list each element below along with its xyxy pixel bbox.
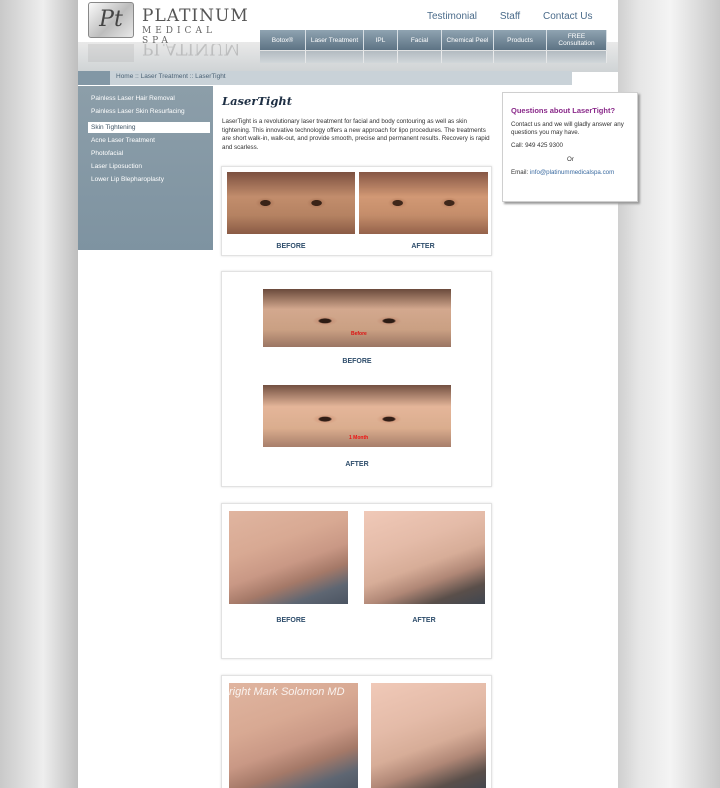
breadcrumb-separator: :: xyxy=(133,73,141,80)
caption-after: AFTER xyxy=(411,243,435,250)
nav-reflection-segment xyxy=(547,51,607,63)
sidebar-item-acne[interactable]: Acne Laser Treatment xyxy=(88,135,210,146)
sidebar-item-skin-resurfacing[interactable]: Painless Laser Skin Resurfacing xyxy=(88,106,210,117)
nav-reflection-segment xyxy=(442,51,494,63)
questions-email: Email: info@platinummedicalspa.com xyxy=(511,169,614,176)
sidebar-item-skin-tightening[interactable]: Skin Tightening xyxy=(88,122,210,133)
logo-reflection-text: PLATINUM xyxy=(142,44,238,58)
questions-title: Questions about LaserTight? xyxy=(511,106,616,115)
sidebar: Painless Laser Hair Removal Painless Las… xyxy=(78,86,213,250)
top-links: Testimonial Staff Contact Us xyxy=(427,11,612,22)
caption-after: AFTER xyxy=(412,617,436,624)
logo-reflection: PLATINUM xyxy=(88,44,238,62)
questions-phone: Call: 949 425 9300 xyxy=(511,142,563,149)
after-photo xyxy=(371,683,486,788)
nav-item-facial[interactable]: Facial xyxy=(398,30,442,50)
before-photo xyxy=(227,172,355,234)
questions-or: Or xyxy=(567,156,574,163)
after-photo xyxy=(364,511,485,604)
main-nav: Botox® Laser Treatment IPL Facial Chemical P… xyxy=(260,30,607,50)
caption-after: AFTER xyxy=(345,461,369,468)
questions-text: Contact us and we will gladly answer any… xyxy=(511,121,624,136)
gallery-panel-1: BEFORE AFTER xyxy=(221,166,492,256)
nav-item-products[interactable]: Products xyxy=(494,30,547,50)
sidebar-item-photofacial[interactable]: Photofacial xyxy=(88,148,210,159)
gallery-panel-3: BEFORE AFTER xyxy=(221,503,492,659)
logo-name: PLATINUM xyxy=(142,6,249,26)
link-testimonial[interactable]: Testimonial xyxy=(427,11,477,22)
photo-label-before: Before xyxy=(351,331,367,337)
logo[interactable]: Pt PLATINUM MEDICAL SPA xyxy=(88,2,248,46)
questions-box: Questions about LaserTight? Contact us a… xyxy=(502,92,638,202)
after-photo: 1 Month xyxy=(263,385,451,447)
photo-label-after: 1 Month xyxy=(349,435,369,441)
logo-mark-icon: Pt xyxy=(88,2,134,38)
before-photo: right Mark Solomon MD xyxy=(229,683,358,788)
photo-watermark: right Mark Solomon MD xyxy=(229,686,345,698)
caption-before: BEFORE xyxy=(276,617,306,624)
nav-reflection-segment xyxy=(398,51,442,63)
breadcrumb: Home :: Laser Treatment :: LaserTight xyxy=(116,73,226,80)
breadcrumb-section[interactable]: Laser Treatment xyxy=(141,73,188,80)
sidebar-item-laser-liposuction[interactable]: Laser Liposuction xyxy=(88,161,210,172)
breadcrumb-current: LaserTight xyxy=(195,73,226,80)
email-link[interactable]: info@platinummedicalspa.com xyxy=(530,169,614,176)
link-contact-us[interactable]: Contact Us xyxy=(543,11,592,22)
gallery-panel-2: Before BEFORE 1 Month AFTER xyxy=(221,271,492,487)
nav-reflection-segment xyxy=(260,51,306,63)
caption-before: BEFORE xyxy=(342,358,372,365)
caption-before: BEFORE xyxy=(276,243,306,250)
after-photo xyxy=(359,172,488,234)
before-photo: Before xyxy=(263,289,451,347)
sidebar-item-blepharoplasty[interactable]: Lower Lip Blepharoplasty xyxy=(88,174,210,185)
sidebar-item-hair-removal[interactable]: Painless Laser Hair Removal xyxy=(88,93,210,104)
breadcrumb-home[interactable]: Home xyxy=(116,73,133,80)
email-label: Email: xyxy=(511,169,530,176)
nav-item-chemical-peel[interactable]: Chemical Peel xyxy=(442,30,494,50)
intro-text: LaserTight is a revolutionary laser trea… xyxy=(222,118,490,151)
before-photo xyxy=(229,511,348,604)
gallery-panel-4: right Mark Solomon MD xyxy=(221,675,492,788)
nav-item-laser-treatment[interactable]: Laser Treatment xyxy=(306,30,364,50)
nav-item-botox[interactable]: Botox® xyxy=(260,30,306,50)
logo-tagline: MEDICAL SPA xyxy=(142,26,216,46)
nav-item-free-consultation[interactable]: FREE Consultation xyxy=(547,30,607,50)
link-staff[interactable]: Staff xyxy=(500,11,520,22)
page-title: LaserTight xyxy=(222,94,293,108)
main-nav-reflection xyxy=(260,51,607,63)
nav-reflection-segment xyxy=(306,51,364,63)
nav-reflection-segment xyxy=(364,51,398,63)
nav-item-ipl[interactable]: IPL xyxy=(364,30,398,50)
nav-reflection-segment xyxy=(494,51,547,63)
